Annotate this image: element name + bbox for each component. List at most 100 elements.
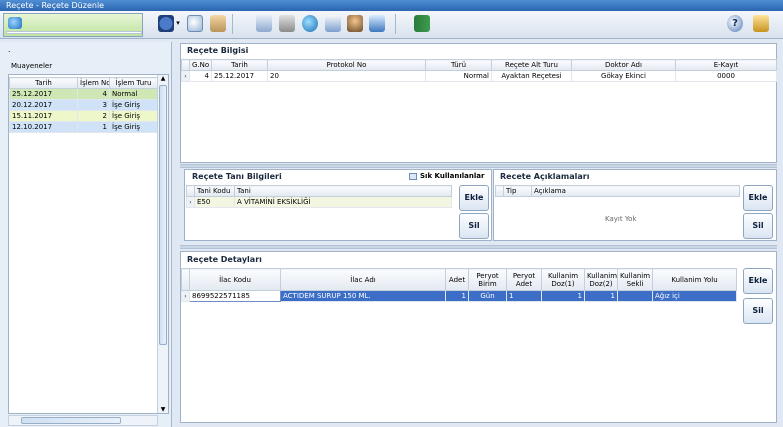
lab-icon[interactable] (369, 15, 385, 32)
cell-alt-turu: Ayaktan Reçetesi (491, 70, 572, 82)
cell-no: 4 (77, 88, 110, 100)
table-row[interactable]: 25.12.2017 4 Normal (9, 88, 158, 100)
col-ilac-kodu[interactable]: İlac Kodu (189, 268, 281, 291)
sik-kullanilanlar-icon[interactable] (409, 173, 417, 180)
detay-sil-button[interactable]: Sil (743, 298, 773, 324)
row-pointer-icon: › (186, 196, 195, 208)
help-icon[interactable]: ? (727, 15, 743, 32)
aciklama-title: Recete Açıklamaları (500, 172, 590, 181)
globe-icon[interactable] (302, 15, 318, 32)
cell-tarih: 12.10.2017 (9, 121, 78, 133)
print-icon[interactable] (279, 15, 295, 32)
tani-ekle-button[interactable]: Ekle (459, 185, 489, 211)
cell-peryot-birim: Gün (468, 290, 507, 302)
cell-tani: A VİTAMİNİ EKSİKLİĞİ (234, 196, 452, 208)
table-row[interactable]: › E50 A VİTAMİNİ EKSİKLİĞİ (186, 196, 452, 208)
cell-yolu: Ağız içi (652, 290, 737, 302)
visits-horizontal-scrollbar[interactable] (8, 415, 158, 426)
col-doz2[interactable]: Kullanim Doz(2) (584, 268, 618, 291)
aciklama-table: Tip Açıklama (495, 185, 740, 197)
col-doktor[interactable]: Doktor Adı (571, 59, 676, 71)
col-islem-turu[interactable]: İşlem Turu (109, 77, 158, 89)
cell-turu: İşe Giriş (109, 110, 158, 122)
col-tani-kodu[interactable]: Tani Kodu (194, 185, 235, 197)
table-row[interactable]: 20.12.2017 3 İşe Giriş (9, 99, 158, 111)
col-aciklama[interactable]: Açıklama (531, 185, 740, 197)
toolbar-separator (395, 14, 396, 34)
col-peryot-birim[interactable]: Peryot Birim (468, 268, 507, 291)
cell-protokol: 20 (267, 70, 426, 82)
cell-ekayit: 0000 (675, 70, 777, 82)
col-ekayit[interactable]: E-Kayıt (675, 59, 777, 71)
cell-ilac-kodu[interactable]: 8699522571185 (189, 290, 281, 302)
cell-doktor: Gökay Ekinci (571, 70, 676, 82)
col-islem-no[interactable]: İşlem No (77, 77, 110, 89)
table-row[interactable]: › 8699522571185 ACTIDEM SURUP 150 ML. 1 Gün 1… (181, 290, 737, 302)
hscroll-thumb[interactable] (21, 417, 121, 424)
flag-icon[interactable] (414, 15, 430, 32)
logo-icon (8, 17, 22, 29)
recete-bilgisi-title: Reçete Bilgisi (187, 46, 249, 55)
col-tarih[interactable]: Tarih (211, 59, 268, 71)
cell-adet: 1 (445, 290, 469, 302)
row-header-corner (495, 185, 504, 197)
row-header-corner (181, 268, 190, 291)
scroll-down-icon[interactable]: ▼ (158, 406, 168, 413)
cell-no: 2 (77, 110, 110, 122)
col-protokol[interactable]: Protokol No (267, 59, 426, 71)
col-ilac-adi[interactable]: İlac Adı (280, 268, 446, 291)
col-sekli[interactable]: Kullanim Sekli (617, 268, 653, 291)
col-peryot-adet[interactable]: Peryot Adet (506, 268, 542, 291)
cell-tarih: 20.12.2017 (9, 99, 78, 111)
menu-dropdown-icon[interactable]: ▾ (174, 15, 182, 32)
cell-turu: Normal (109, 88, 158, 100)
col-adet[interactable]: Adet (445, 268, 469, 291)
lock-icon[interactable] (753, 15, 769, 32)
col-gno[interactable]: G.No (189, 59, 212, 71)
row-pointer-icon: › (181, 70, 190, 82)
menu-icon[interactable] (158, 15, 174, 32)
col-doz1[interactable]: Kullanim Doz(1) (541, 268, 585, 291)
search-report-icon[interactable] (187, 15, 203, 32)
cell-sekli (617, 290, 653, 302)
visits-vertical-scrollbar[interactable]: ▲ ▼ (157, 75, 168, 413)
printer-doc-icon[interactable] (210, 15, 226, 32)
cell-doz1: 1 (541, 290, 585, 302)
cell-no: 1 (77, 121, 110, 133)
horizontal-splitter[interactable] (180, 164, 777, 168)
detay-table: İlac Kodu İlac Adı Adet Peryot Birim Peryot … (181, 268, 737, 302)
recete-table: G.No Tarih Protokol No Türü Reçete Alt Turu D… (181, 59, 777, 82)
cell-gno: 4 (189, 70, 212, 82)
users-icon[interactable] (347, 15, 363, 32)
horizontal-splitter[interactable] (180, 245, 777, 249)
table-row[interactable]: 12.10.2017 1 İşe Giriş (9, 121, 158, 133)
tab-muayeneler[interactable]: Muayeneler (11, 62, 52, 70)
col-tani[interactable]: Tani (234, 185, 452, 197)
col-turu[interactable]: Türü (425, 59, 492, 71)
scroll-thumb[interactable] (159, 85, 167, 345)
app-logo[interactable] (3, 13, 143, 37)
col-alt-turu[interactable]: Reçete Alt Turu (491, 59, 572, 71)
cell-tarih: 25.12.2017 (9, 88, 78, 100)
logo-progress (6, 31, 142, 34)
toolbar-separator (232, 14, 233, 34)
col-yolu[interactable]: Kullanim Yolu (652, 268, 737, 291)
aciklama-ekle-button[interactable]: Ekle (743, 185, 773, 211)
row-header-corner (186, 185, 195, 197)
empty-message: Kayıt Yok (605, 215, 637, 223)
sik-kullanilanlar-link[interactable]: Sık Kullanılanlar (420, 172, 484, 180)
table-row[interactable]: › 4 25.12.2017 20 Normal Ayaktan Reçetesi Göka… (181, 70, 777, 82)
cell-tarih: 25.12.2017 (211, 70, 268, 82)
row-pointer-icon: › (181, 290, 190, 302)
col-tarih[interactable]: Tarih (9, 77, 78, 89)
scroll-up-icon[interactable]: ▲ (158, 75, 168, 82)
aciklama-sil-button[interactable]: Sil (743, 213, 773, 239)
edit-document-icon[interactable] (325, 15, 341, 32)
detay-ekle-button[interactable]: Ekle (743, 268, 773, 294)
cell-peryot-adet: 1 (506, 290, 542, 302)
col-tip[interactable]: Tip (503, 185, 532, 197)
table-row[interactable]: 15.11.2017 2 İşe Giriş (9, 110, 158, 122)
add-document-icon[interactable] (256, 15, 272, 32)
tani-sil-button[interactable]: Sil (459, 213, 489, 239)
window-title: Reçete - Reçete Düzenle (0, 0, 783, 11)
